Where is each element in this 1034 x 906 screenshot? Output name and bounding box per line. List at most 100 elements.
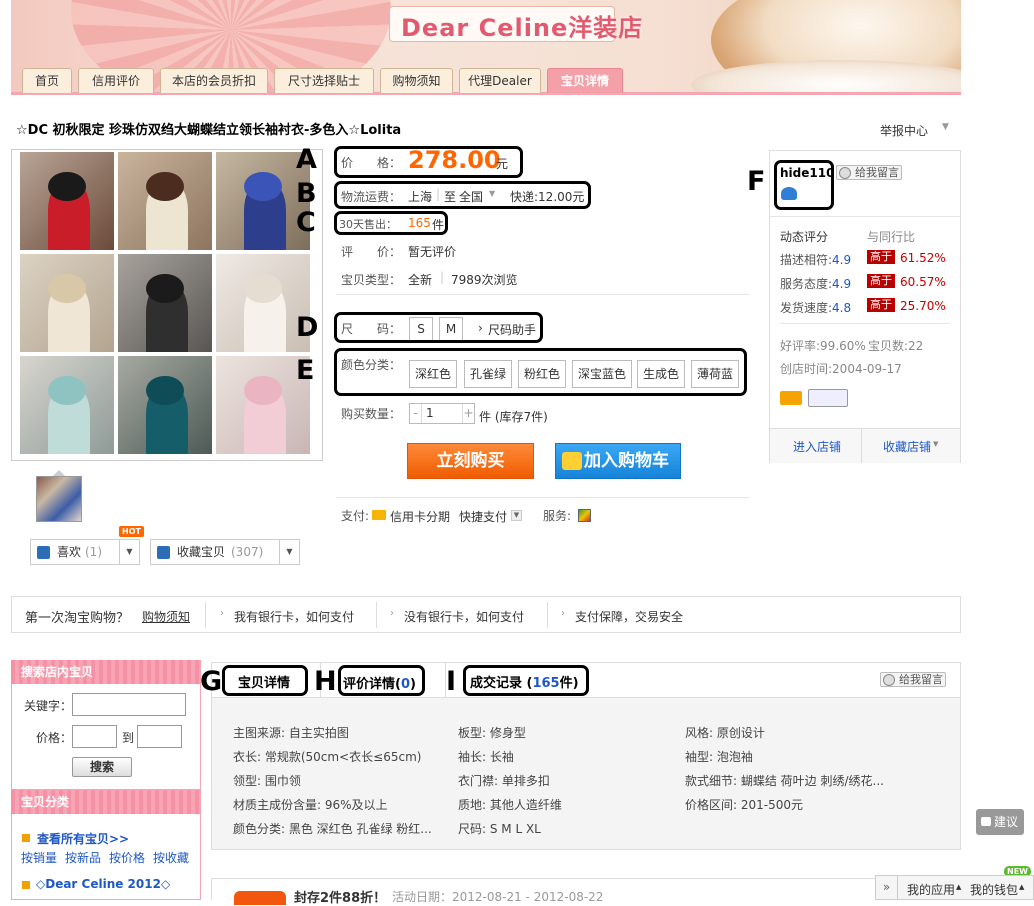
gallery-photo xyxy=(20,254,114,352)
product-title: ☆DC 初秋限定 珍珠仿双绉大蝴蝶结立领长袖衬衣-多色入☆Lolita xyxy=(16,123,402,138)
suggestion-button[interactable]: 建议 xyxy=(976,809,1024,835)
sort-by-new-link[interactable]: 按新品 xyxy=(65,849,101,866)
divider xyxy=(205,602,206,628)
gallery-photo xyxy=(118,356,212,454)
shop-created-date: 创店时间:2004-09-17 xyxy=(780,362,902,376)
my-apps-menu[interactable]: 我的应用 xyxy=(907,881,955,898)
all-items-link[interactable]: 查看所有宝贝>> xyxy=(37,830,129,847)
shop-brand-name[interactable]: Dear Celine洋装店 xyxy=(401,8,643,43)
view-count: 7989次浏览 xyxy=(451,273,518,287)
rating-label: 发货速度: xyxy=(780,301,833,315)
nav-tab-credit[interactable]: 信用评价 xyxy=(78,68,154,93)
quantity-decrease-button[interactable]: - xyxy=(410,404,422,423)
like-count: (1) xyxy=(85,545,102,559)
divider xyxy=(770,216,960,217)
divider xyxy=(336,497,749,498)
attribute-item: 主图来源: 自主实拍图 xyxy=(233,726,349,740)
annotation-label-i: I xyxy=(446,666,457,697)
service-icon[interactable] xyxy=(578,509,591,522)
credit-installment[interactable]: 信用卡分期 xyxy=(390,508,450,525)
divider xyxy=(376,602,377,628)
higher-badge: 高于 xyxy=(867,250,895,264)
divider xyxy=(336,294,749,295)
sort-by-favorites-link[interactable]: 按收藏 xyxy=(153,849,189,866)
product-image[interactable] xyxy=(11,149,323,461)
quick-pay[interactable]: 快捷支付 xyxy=(459,508,507,525)
first-time-shopping-bar: 第一次淘宝购物？ 购物须知 › 我有银行卡，如何支付 › 没有银行卡，如何支付 … xyxy=(11,596,961,633)
chevron-down-icon[interactable]: ▼ xyxy=(942,122,949,132)
bank-card-pay-link[interactable]: 我有银行卡，如何支付 xyxy=(234,608,354,625)
gallery-photo xyxy=(20,356,114,454)
sort-by-price-link[interactable]: 按价格 xyxy=(109,849,145,866)
cart-icon xyxy=(562,452,582,470)
bullet-icon xyxy=(22,834,30,842)
rating-row: 服务态度:4.9 xyxy=(780,275,851,292)
chevron-down-icon[interactable]: ▲ xyxy=(956,883,961,891)
rating-compare-pct: 25.70% xyxy=(900,299,946,313)
chevron-down-icon[interactable]: ▼ xyxy=(511,510,522,521)
nav-tab-shopping-guide[interactable]: 购物须知 xyxy=(380,68,453,93)
price-min-input[interactable] xyxy=(72,725,117,748)
annotation-label-g: G xyxy=(200,666,223,697)
attribute-item: 价格区间: 201-500元 xyxy=(685,798,803,812)
sort-by-sales-link[interactable]: 按销量 xyxy=(21,849,57,866)
credit-card-icon xyxy=(372,510,386,520)
keyword-input[interactable] xyxy=(72,693,186,716)
favorite-count: (307) xyxy=(231,545,264,559)
report-center-link[interactable]: 举报中心 xyxy=(880,122,928,139)
enter-shop-link[interactable]: 进入店铺 xyxy=(793,438,841,455)
item-count: 宝贝数:22 xyxy=(868,339,924,353)
rating-row: 描述相符:4.9 xyxy=(780,251,851,268)
favorite-shop-link[interactable]: 收藏店铺 xyxy=(883,438,931,455)
wangwang-icon xyxy=(883,674,895,686)
promo-title: 封存2件88折！ xyxy=(294,891,387,906)
add-to-cart-button[interactable]: 加入购物车 xyxy=(555,443,681,479)
nav-tab-home[interactable]: 首页 xyxy=(22,68,72,93)
rating-score: 4.9 xyxy=(832,253,852,267)
shopping-guide-link[interactable]: 购物须知 xyxy=(142,608,190,625)
thumbnail-selected[interactable] xyxy=(36,476,82,522)
category-panel: 查看所有宝贝>> 按销量 按新品 按价格 按收藏 ◇Dear Celine 20… xyxy=(11,814,201,900)
attribute-item: 款式细节: 蝴蝶结 荷叶边 刺绣/绣花... xyxy=(685,774,884,788)
quantity-stepper[interactable]: - 1 + xyxy=(409,403,475,424)
divider xyxy=(547,602,548,628)
buy-now-button[interactable]: 立刻购买 xyxy=(407,443,534,479)
shop-search-heading: 搜索店内宝贝 xyxy=(11,660,201,684)
nav-tab-member-discount[interactable]: 本店的会员折扣 xyxy=(160,68,268,93)
leave-message-label: 给我留言 xyxy=(899,673,943,686)
attribute-item: 衣门襟: 单排多扣 xyxy=(458,774,550,788)
favorite-item-button[interactable]: 收藏宝贝 (307) ▼ xyxy=(150,539,300,565)
promo-date: 活动日期：2012-08-21 - 2012-08-22 xyxy=(392,890,604,904)
price-max-input[interactable] xyxy=(137,725,182,748)
chevron-down-icon[interactable]: ▼ xyxy=(933,440,938,448)
payment-label: 支付: xyxy=(341,509,370,523)
nav-tab-dealer[interactable]: 代理Dealer xyxy=(459,68,541,93)
nav-tab-item-detail[interactable]: 宝贝详情 xyxy=(547,68,623,93)
annotation-label-f: F xyxy=(747,166,766,197)
annotation-box-b xyxy=(334,181,591,209)
shop-search-button[interactable]: 搜索 xyxy=(72,757,132,777)
category-link[interactable]: ◇Dear Celine 2012◇ xyxy=(36,877,170,891)
leave-message-button[interactable]: 给我留言 xyxy=(880,672,946,687)
leave-message-button[interactable]: 给我留言 xyxy=(836,165,902,180)
annotation-box-g xyxy=(222,665,308,696)
category-heading: 宝贝分类 xyxy=(11,790,201,814)
like-button[interactable]: 喜欢 (1) ▼ xyxy=(30,539,140,565)
no-bank-card-pay-link[interactable]: 没有银行卡，如何支付 xyxy=(404,608,524,625)
gallery-photo xyxy=(20,152,114,250)
bullet-icon xyxy=(22,881,30,889)
annotation-label-a: A xyxy=(296,144,317,175)
chevron-down-icon[interactable]: ▼ xyxy=(119,540,139,564)
service-label: 服务: xyxy=(543,509,572,523)
nav-tab-size-tips[interactable]: 尺寸选择贴士 xyxy=(274,68,374,93)
quantity-increase-button[interactable]: + xyxy=(462,404,474,423)
arrow-right-icon: › xyxy=(561,608,565,619)
payment-safety-link[interactable]: 支付保障，交易安全 xyxy=(575,608,683,625)
chevron-down-icon[interactable]: ▲ xyxy=(1019,883,1024,891)
annotation-label-b: B xyxy=(296,178,317,209)
my-wallet-menu[interactable]: 我的钱包 xyxy=(970,881,1018,898)
suggestion-label: 建议 xyxy=(994,815,1019,829)
collapse-toolbar-button[interactable]: » xyxy=(876,876,898,899)
chevron-down-icon[interactable]: ▼ xyxy=(279,540,299,564)
quantity-input[interactable]: 1 xyxy=(426,406,434,420)
